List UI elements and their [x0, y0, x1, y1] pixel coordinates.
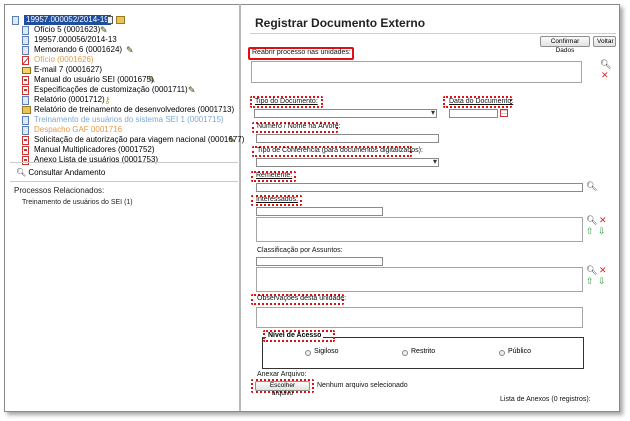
title-separator — [250, 33, 616, 34]
remove-classification-icon[interactable]: ✕ — [599, 266, 607, 275]
pdf-icon — [22, 146, 29, 155]
publico-label: Público — [508, 348, 531, 355]
number-label: Número / Nome na Árvore: — [257, 123, 341, 130]
access-level-legend: Nível de Acesso — [266, 332, 324, 339]
process-icon — [12, 16, 19, 25]
search-interested-icon[interactable]: 🔍︎ — [586, 216, 597, 225]
tree-item-label[interactable]: Relatório de treinamento de desenvolvedo… — [34, 105, 234, 115]
interested-input[interactable] — [256, 207, 383, 216]
document-icon — [22, 116, 29, 125]
folder-icon[interactable] — [116, 16, 125, 24]
process-number[interactable]: 19957.000052/2014-19 — [24, 15, 111, 25]
pdf-icon — [22, 86, 29, 95]
document-icon — [22, 36, 29, 45]
radio-restrito[interactable] — [402, 350, 408, 356]
observations-label: Observações desta unidade: — [257, 295, 347, 302]
search-sender-icon[interactable]: 🔍︎ — [586, 182, 597, 191]
tree-item-label[interactable]: Ofício 5 (0001623) — [34, 25, 100, 35]
signature-pen-icon: ✎ — [100, 25, 108, 35]
signature-pen-icon: ✎ — [126, 45, 134, 55]
conference-select[interactable] — [256, 157, 439, 167]
conference-label: Tipo de Conferência (para documentos dig… — [257, 147, 423, 154]
cancelled-document-icon — [22, 56, 29, 65]
move-down-icon[interactable]: ⇩ — [598, 227, 606, 236]
no-file-text: Nenhum arquivo selecionado — [317, 382, 408, 389]
move-down-icon[interactable]: ⇩ — [598, 277, 606, 286]
document-icon — [22, 96, 29, 105]
choose-file-button[interactable]: Escolher arquivo — [255, 381, 310, 397]
tree-item-label[interactable]: Memorando 6 (0001624) — [34, 45, 122, 55]
email-icon — [22, 67, 31, 74]
left-separator — [10, 162, 238, 163]
tree-item-label[interactable]: Anexo Lista de usuários (0001753) — [34, 155, 158, 165]
signature-pen-icon: ✎ — [188, 85, 196, 95]
reopen-units-list[interactable] — [251, 61, 582, 83]
clipboard-icon[interactable] — [107, 16, 113, 24]
tree-item-label[interactable]: Treinamento de usuários do sistema SEI 1… — [34, 115, 224, 125]
signature-pen-icon: ✎ — [228, 135, 236, 145]
tree-item-label[interactable]: Despacho GAF 0001716 — [34, 125, 122, 135]
calendar-icon[interactable] — [500, 109, 508, 117]
key-icon: ⚷ — [104, 95, 111, 105]
doc-type-label: Tipo do Documento: — [255, 98, 318, 105]
consultar-andamento-label[interactable]: Consultar Andamento — [28, 168, 105, 177]
sender-input[interactable] — [256, 183, 583, 192]
signature-pen-icon: ✎ — [148, 75, 156, 85]
tree-item-label[interactable]: Manual Multiplicadores (0001752) — [34, 145, 155, 155]
page-title: Registrar Documento Externo — [255, 16, 426, 30]
classification-label: Classificação por Assuntos: — [257, 247, 343, 254]
confirm-button[interactable]: Confirmar Dados — [540, 36, 590, 54]
remove-unit-icon[interactable]: ✕ — [601, 71, 609, 80]
tree-item-label[interactable]: 19957.000056/2014-13 — [34, 35, 117, 45]
number-input[interactable] — [256, 134, 439, 143]
search-classification-icon[interactable]: 🔍︎ — [586, 266, 597, 275]
doc-date-input[interactable] — [449, 109, 498, 118]
pdf-icon — [22, 76, 29, 85]
remove-interested-icon[interactable]: ✕ — [599, 216, 607, 225]
left-separator — [10, 181, 238, 182]
interested-label: Interessados: — [256, 196, 299, 203]
related-processes-title: Processos Relacionados: — [14, 186, 105, 195]
interested-list[interactable] — [256, 217, 583, 242]
tree-item-label[interactable]: Solicitação de autorização para viagem n… — [34, 135, 244, 145]
restrito-label: Restrito — [411, 348, 436, 355]
pane-divider[interactable] — [239, 4, 241, 411]
pdf-icon — [22, 136, 29, 145]
magnifier-icon: 🔍︎ — [16, 168, 27, 177]
observations-textarea[interactable] — [256, 307, 583, 328]
tree-item-label[interactable]: Relatório (0001712) — [34, 95, 105, 105]
tree-item-label[interactable]: Ofício (0001626) — [34, 55, 94, 65]
tree-item-label[interactable]: Manual do usuário SEI (0001675) — [34, 75, 154, 85]
document-icon — [22, 126, 29, 135]
doc-date-label: Data do Documento: — [449, 98, 514, 105]
radio-sigiloso[interactable] — [305, 350, 311, 356]
radio-publico[interactable] — [499, 350, 505, 356]
consultar-andamento-link[interactable]: 🔍︎ Consultar Andamento — [16, 168, 105, 177]
tree-item-label[interactable]: Especificações de customização (0001711) — [34, 85, 188, 95]
classification-list[interactable] — [256, 267, 583, 292]
reopen-label: Reabrir processo nas unidades: — [252, 49, 351, 56]
pdf-icon — [22, 156, 29, 165]
document-icon — [22, 26, 29, 35]
related-process-link[interactable]: Treinamento de usuários do SEI (1) — [22, 199, 133, 206]
document-icon — [22, 46, 29, 55]
back-button[interactable]: Voltar — [593, 36, 616, 47]
sigiloso-label: Sigiloso — [314, 348, 339, 355]
attachments-count: Lista de Anexos (0 registros): — [500, 396, 591, 403]
classification-input[interactable] — [256, 257, 383, 266]
tree-item-label[interactable]: E-mail 7 (0001627) — [34, 65, 102, 75]
move-up-icon[interactable]: ⇧ — [586, 227, 594, 236]
search-unit-icon[interactable]: 🔍︎ — [600, 60, 611, 69]
move-up-icon[interactable]: ⇧ — [586, 277, 594, 286]
doc-type-select[interactable] — [254, 108, 437, 118]
attach-label: Anexar Arquivo: — [257, 371, 307, 378]
sender-label: Remetente: — [256, 172, 293, 179]
folder-icon — [22, 106, 31, 114]
